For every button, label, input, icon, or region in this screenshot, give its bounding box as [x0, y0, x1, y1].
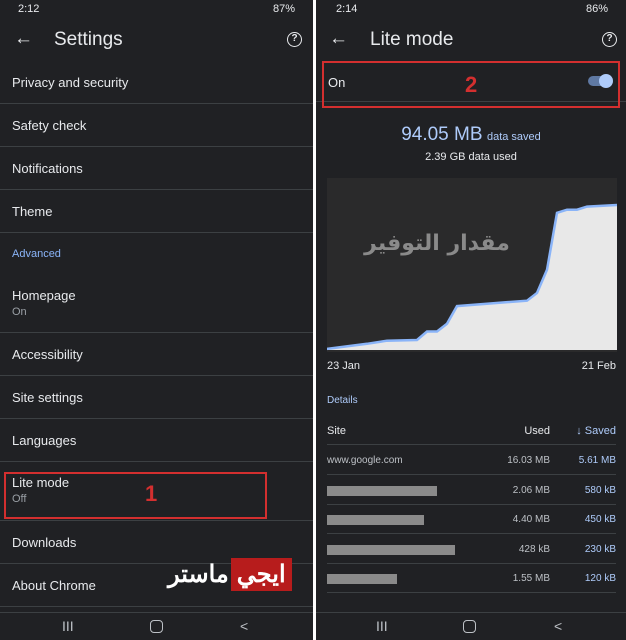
- page-title: Lite mode: [370, 29, 454, 50]
- settings-item-label: Accessibility: [12, 347, 83, 362]
- settings-item-label: Homepage: [12, 288, 76, 303]
- chart-point: [416, 339, 418, 341]
- chart-point: [546, 269, 548, 271]
- recents-icon[interactable]: III: [62, 618, 74, 634]
- chart-watermark: مقدار التوفير: [363, 231, 510, 256]
- table-row[interactable]: 2.06 MB 580 kB: [327, 476, 616, 505]
- status-battery: 87%: [272, 3, 295, 15]
- used-cell: 1.55 MB: [512, 573, 550, 584]
- details-label: Details: [327, 395, 358, 406]
- settings-item-label: Privacy and security: [12, 75, 129, 90]
- settings-item-homepage[interactable]: Homepage On: [0, 275, 313, 333]
- settings-item-notifications[interactable]: Notifications: [0, 147, 313, 190]
- lite-mode-panel: 2:14 86% ← Lite mode ? On 2 94.05 MB dat…: [316, 0, 626, 640]
- annotation-number-1: 1: [145, 481, 158, 506]
- settings-item-label: Theme: [12, 204, 53, 219]
- system-nav-bar: III <: [0, 612, 313, 640]
- redacted-site: [327, 544, 455, 555]
- chart-point: [386, 339, 388, 342]
- chart-point: [456, 305, 458, 307]
- saved-cell: 230 kB: [584, 543, 616, 555]
- annotation-box-1: [4, 472, 267, 519]
- settings-item-label: About Chrome: [12, 578, 96, 593]
- status-time: 2:14: [336, 3, 358, 15]
- redacted-site: [327, 574, 397, 584]
- used-cell: 428 kB: [518, 543, 550, 555]
- help-icon[interactable]: ?: [287, 32, 302, 47]
- settings-item-privacy-and-security[interactable]: Privacy and security: [0, 61, 313, 104]
- watermark-part1: ايجي: [230, 558, 292, 591]
- chart-point: [436, 330, 438, 333]
- chart-point: [566, 208, 568, 211]
- recents-icon[interactable]: III: [376, 618, 388, 634]
- site-column-header[interactable]: Site: [327, 425, 346, 437]
- x-axis-end-label: 21 Feb: [581, 360, 616, 372]
- system-back-icon[interactable]: <: [240, 618, 248, 634]
- data-saved-value: 94.05 MB: [401, 124, 483, 145]
- saved-cell: 120 kB: [584, 573, 616, 584]
- data-used: 2.39 GB data used: [425, 151, 517, 163]
- data-saved-chart: مقدار التوفير: [327, 178, 617, 352]
- back-arrow-icon[interactable]: ←: [14, 28, 33, 50]
- saved-cell: 450 kB: [584, 514, 616, 525]
- x-axis-start-label: 23 Jan: [327, 360, 361, 372]
- settings-item-safety-check[interactable]: Safety check: [0, 104, 313, 147]
- page-title: Settings: [54, 29, 123, 50]
- chart-point: [426, 330, 428, 333]
- chart-point: [586, 205, 588, 208]
- table-row[interactable]: 4.40 MB 450 kB: [327, 505, 616, 534]
- chart-point: [366, 343, 368, 345]
- back-arrow-icon[interactable]: ←: [329, 28, 348, 50]
- table-row[interactable]: 1.55 MB 120 kB: [327, 564, 616, 593]
- chart-point: [526, 299, 528, 302]
- status-time: 2:12: [18, 3, 40, 15]
- used-cell: 4.40 MB: [512, 514, 550, 525]
- saved-cell: 580 kB: [584, 484, 616, 496]
- table-header: Site Used ↓ Saved: [327, 416, 616, 445]
- used-cell: 16.03 MB: [507, 455, 550, 466]
- annotation-number-2: 2: [465, 72, 478, 97]
- settings-item-theme[interactable]: Theme: [0, 190, 313, 233]
- status-battery: 86%: [585, 3, 608, 15]
- watermark-part2: ماستر: [168, 561, 229, 588]
- help-icon[interactable]: ?: [602, 32, 617, 47]
- home-icon[interactable]: [463, 620, 476, 633]
- chart-point: [486, 302, 488, 305]
- redacted-site: [327, 485, 437, 496]
- data-saved-summary: 94.05 MB data saved: [316, 124, 626, 146]
- settings-panel: 2:12 87% ← Settings ? Privacy and securi…: [0, 0, 313, 640]
- section-header-advanced: Advanced: [12, 248, 61, 260]
- used-cell: 2.06 MB: [512, 484, 550, 496]
- chart-point: [536, 292, 538, 294]
- settings-item-label: Safety check: [12, 118, 87, 133]
- used-column-header[interactable]: Used: [524, 425, 550, 437]
- watermark-logo: ايجي ماستر: [168, 558, 292, 591]
- home-icon[interactable]: [150, 620, 163, 633]
- settings-item-label: Downloads: [12, 535, 77, 550]
- chart-point: [556, 211, 558, 214]
- site-cell: www.google.com: [327, 455, 403, 466]
- settings-item-label: Notifications: [12, 161, 83, 176]
- settings-item-languages[interactable]: Languages: [0, 419, 313, 462]
- settings-item-label: Site settings: [12, 390, 83, 405]
- settings-item-sublabel: On: [12, 306, 27, 318]
- redacted-site: [327, 515, 424, 525]
- table-row[interactable]: www.google.com 16.03 MB 5.61 MB: [327, 446, 616, 475]
- saved-cell: 5.61 MB: [578, 455, 616, 466]
- system-nav-bar: III <: [316, 612, 626, 640]
- chart-point: [576, 208, 578, 211]
- data-saved-suffix: data saved: [486, 131, 541, 143]
- settings-item-label: Languages: [12, 433, 77, 448]
- settings-item-site-settings[interactable]: Site settings: [0, 376, 313, 419]
- saved-column-header[interactable]: ↓ Saved: [576, 425, 616, 437]
- table-row[interactable]: 428 kB 230 kB: [327, 535, 616, 564]
- settings-item-accessibility[interactable]: Accessibility: [0, 333, 313, 376]
- system-back-icon[interactable]: <: [554, 618, 562, 634]
- chart-point: [446, 322, 448, 325]
